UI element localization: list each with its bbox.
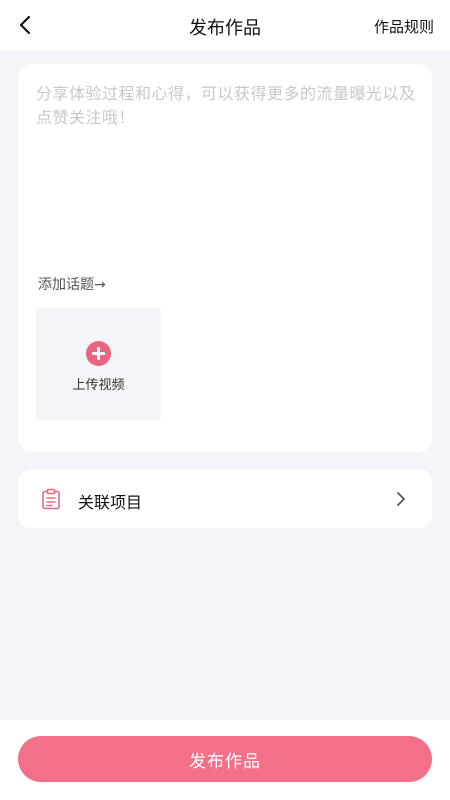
chevron-right-icon <box>397 492 405 506</box>
related-project-label: 关联项目 <box>78 493 143 512</box>
clipboard-icon <box>42 488 60 510</box>
publish-button[interactable]: 发布作品 <box>18 736 432 782</box>
related-project-row[interactable]: 关联项目 <box>18 470 432 528</box>
plus-icon <box>86 341 111 366</box>
top-bar: 发布作品 作品规则 <box>0 0 450 50</box>
upload-video-button[interactable]: 上传视频 <box>36 308 161 420</box>
post-editor-card: 分享体验过程和心得，可以获得更多的流量曝光以及点赞关注哦！ 添加话题→ 上传视频 <box>18 64 432 452</box>
upload-video-label: 上传视频 <box>72 378 125 393</box>
add-topic-link[interactable]: 添加话题→ <box>38 274 106 294</box>
rules-link[interactable]: 作品规则 <box>374 16 434 37</box>
post-text-input[interactable]: 分享体验过程和心得，可以获得更多的流量曝光以及点赞关注哦！ <box>36 82 416 130</box>
